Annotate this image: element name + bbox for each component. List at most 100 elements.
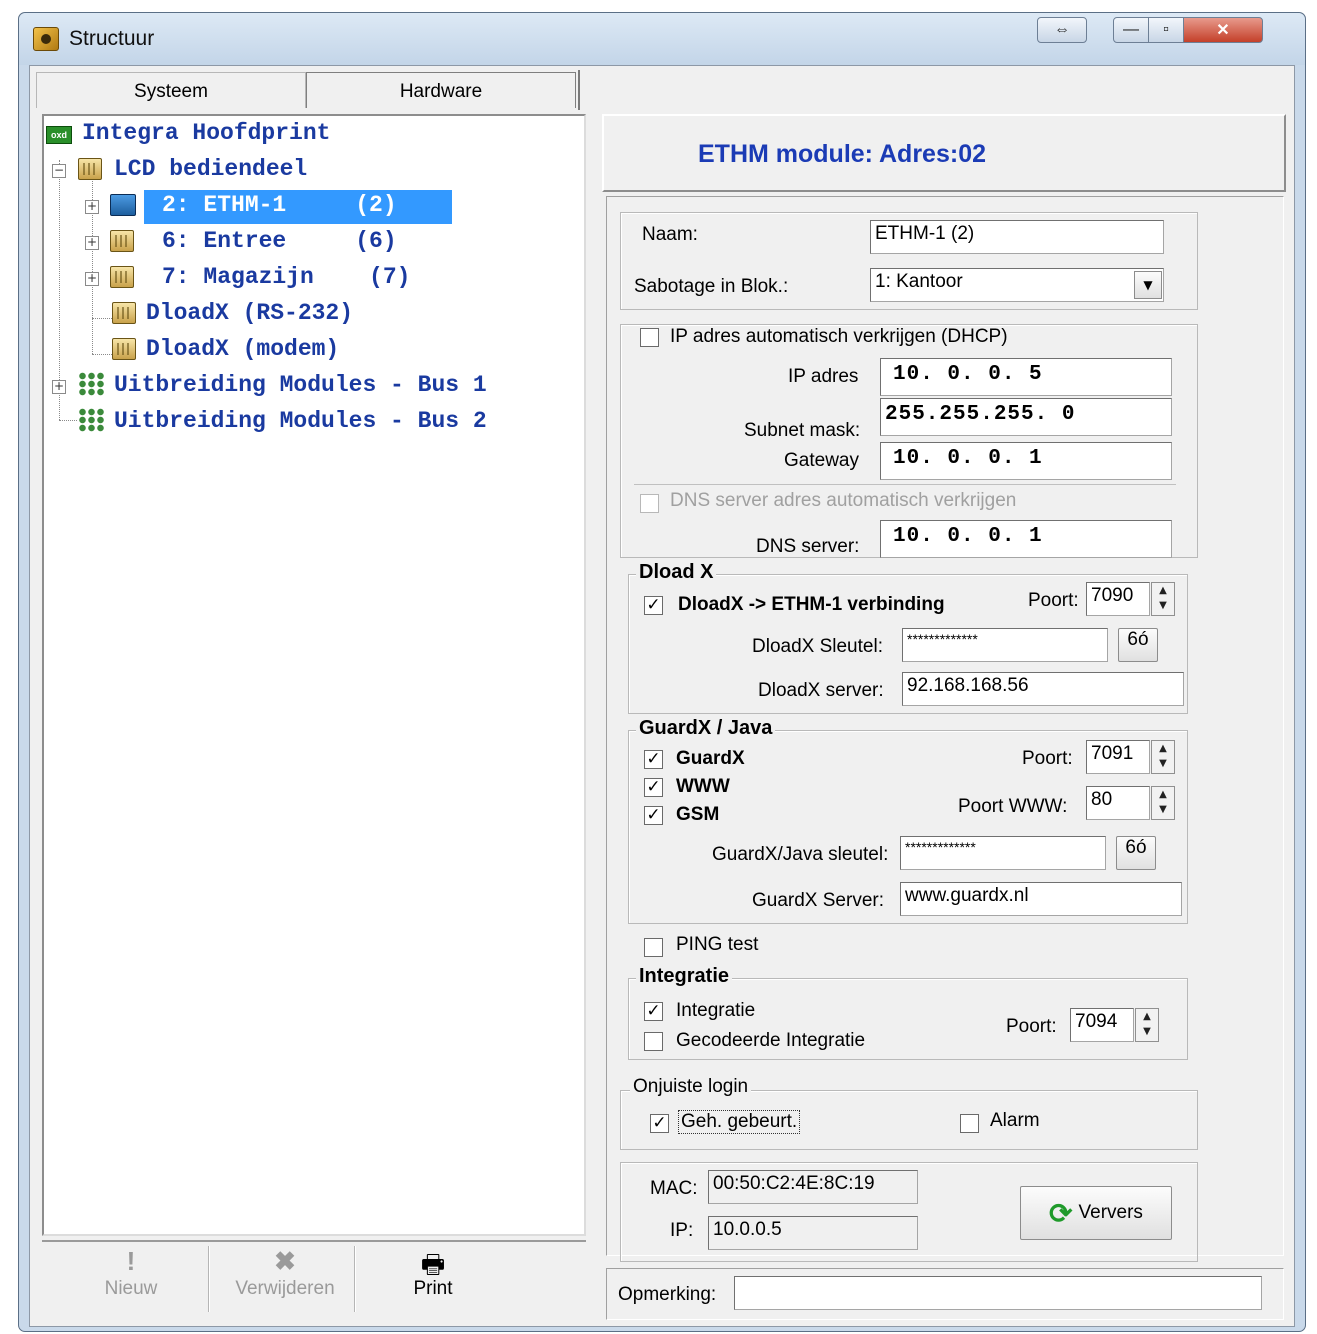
expand-icon[interactable]: + — [85, 236, 99, 250]
spin-down-icon[interactable]: ▼ — [1152, 756, 1174, 771]
guardx-label: GuardX — [676, 748, 745, 769]
subnet-label: Subnet mask: — [744, 420, 861, 441]
tree-item-bus1[interactable]: Uitbreiding Modules - Bus 1 — [114, 372, 487, 398]
tree-item-lcd[interactable]: LCD bediendeel — [114, 156, 307, 182]
tree-toolbar: ! Nieuw ✖ Verwijderen 🖶 Print — [42, 1240, 586, 1322]
dloadx-server-input[interactable]: 92.168.168.56 — [902, 672, 1184, 706]
expand-icon[interactable]: + — [52, 380, 66, 394]
encoded-integratie-label: Gecodeerde Integratie — [676, 1030, 866, 1051]
ip-status-value: 10.0.0.5 — [708, 1216, 918, 1250]
guardx-key-input[interactable]: ************* — [900, 836, 1106, 870]
print-button-label: Print — [413, 1278, 453, 1299]
dloadx-group-title: Dload X — [636, 561, 717, 584]
print-button[interactable]: 🖶 Print — [358, 1246, 508, 1318]
refresh-button[interactable]: ⟳ Ververs — [1020, 1186, 1172, 1240]
encoded-integratie-checkbox[interactable] — [644, 1032, 663, 1051]
bus-modules-icon — [78, 372, 104, 396]
guardx-port-input[interactable]: 7091 — [1086, 740, 1150, 774]
guardx-server-label: GuardX Server: — [752, 890, 884, 911]
naam-input[interactable]: ETHM-1 (2) — [870, 220, 1164, 254]
tree-item-entree[interactable]: 6: Entree (6) — [162, 228, 397, 254]
minimize-button[interactable]: — — [1113, 17, 1149, 43]
guardx-key-button[interactable]: 6ó — [1116, 836, 1156, 870]
swap-button[interactable]: ⇔ — [1037, 17, 1087, 43]
new-button[interactable]: ! Nieuw — [56, 1246, 206, 1318]
close-button[interactable]: ✕ — [1183, 17, 1263, 43]
module-title: ETHM module: Adres:02 — [698, 140, 987, 168]
dloadx-server-label: DloadX server: — [758, 680, 884, 701]
maximize-button[interactable]: ▫ — [1148, 17, 1184, 43]
dloadx-port-input[interactable]: 7090 — [1086, 582, 1150, 616]
toolbar-separator — [354, 1246, 356, 1312]
ping-test-checkbox[interactable] — [644, 938, 663, 957]
port-www-input[interactable]: 80 — [1086, 786, 1150, 820]
tree-item-magazijn[interactable]: 7: Magazijn (7) — [162, 264, 410, 290]
delete-button[interactable]: ✖ Verwijderen — [210, 1246, 360, 1318]
refresh-icon: ⟳ — [1049, 1197, 1073, 1229]
tree-item-dloadx-rs232[interactable]: DloadX (RS-232) — [146, 300, 353, 326]
tab-divider — [578, 70, 580, 110]
tab-hardware[interactable]: Hardware — [306, 72, 576, 108]
dloadx-key-input[interactable]: ************* — [902, 628, 1108, 662]
tab-systeem[interactable]: Systeem — [36, 72, 306, 108]
keypad-icon — [78, 158, 102, 180]
network-module-icon — [110, 194, 136, 216]
integratie-port-input[interactable]: 7094 — [1070, 1008, 1134, 1042]
dhcp-checkbox[interactable] — [640, 328, 659, 347]
mac-value: 00:50:C2:4E:8C:19 — [708, 1170, 918, 1204]
ip-label: IP adres — [788, 366, 859, 387]
tree-item-root[interactable]: Integra Hoofdprint — [82, 120, 330, 146]
module-header: ETHM module: Adres:02 — [602, 114, 1286, 192]
spin-down-icon[interactable]: ▼ — [1136, 1024, 1158, 1039]
guardx-group-title: GuardX / Java — [636, 717, 776, 740]
gsm-label: GSM — [676, 804, 720, 825]
chevron-down-icon[interactable]: ▼ — [1134, 271, 1162, 299]
login-group-title: Onjuiste login — [630, 1076, 752, 1098]
guardx-server-input[interactable]: www.guardx.nl — [900, 882, 1182, 916]
www-checkbox[interactable]: ✓ — [644, 778, 663, 797]
dns-input[interactable]: 10. 0. 0. 1 — [880, 520, 1172, 558]
expand-icon[interactable]: + — [85, 200, 99, 214]
delete-button-label: Verwijderen — [235, 1278, 335, 1299]
keypad-icon — [110, 230, 134, 252]
app-icon — [33, 27, 59, 51]
port-www-label: Poort WWW: — [958, 796, 1068, 817]
spin-up-icon[interactable]: ▲ — [1136, 1009, 1158, 1024]
integratie-port-stepper[interactable]: ▲ ▼ — [1135, 1008, 1159, 1042]
guardx-key-label: GuardX/Java sleutel: — [712, 844, 889, 865]
gsm-checkbox[interactable]: ✓ — [644, 806, 663, 825]
hardware-tree[interactable]: oxd Integra Hoofdprint − LCD bediendeel … — [42, 114, 586, 1236]
dhcp-label: IP adres automatisch verkrijgen (DHCP) — [670, 326, 1008, 347]
spin-down-icon[interactable]: ▼ — [1152, 802, 1174, 817]
refresh-button-label: Ververs — [1078, 1202, 1143, 1223]
spin-up-icon[interactable]: ▲ — [1152, 741, 1174, 756]
title-bar[interactable]: Structuur ⇔ — ▫ ✕ — [19, 13, 1305, 65]
collapse-icon[interactable]: − — [52, 164, 66, 178]
tree-item-ethm[interactable]: 2: ETHM-1 (2) — [162, 192, 397, 218]
keypad-icon — [112, 338, 136, 360]
dns-auto-checkbox[interactable] — [640, 494, 659, 513]
event-checkbox[interactable]: ✓ — [650, 1114, 669, 1133]
sabotage-select[interactable]: 1: Kantoor — [870, 268, 1164, 302]
port-www-stepper[interactable]: ▲ ▼ — [1151, 786, 1175, 820]
tree-item-bus2[interactable]: Uitbreiding Modules - Bus 2 — [114, 408, 487, 434]
spin-up-icon[interactable]: ▲ — [1152, 787, 1174, 802]
dloadx-connection-checkbox[interactable]: ✓ — [644, 596, 663, 615]
integratie-checkbox[interactable]: ✓ — [644, 1002, 663, 1021]
guardx-checkbox[interactable]: ✓ — [644, 750, 663, 769]
dloadx-key-button[interactable]: 6ó — [1118, 628, 1158, 662]
spin-down-icon[interactable]: ▼ — [1152, 598, 1174, 613]
dloadx-port-stepper[interactable]: ▲ ▼ — [1151, 582, 1175, 616]
remark-input[interactable] — [734, 1276, 1262, 1310]
alarm-checkbox[interactable] — [960, 1114, 979, 1133]
dloadx-port-label: Poort: — [1028, 590, 1079, 611]
subnet-input[interactable]: 255.255.255. 0 — [880, 398, 1172, 436]
tree-item-dloadx-modem[interactable]: DloadX (modem) — [146, 336, 339, 362]
guardx-port-stepper[interactable]: ▲ ▼ — [1151, 740, 1175, 774]
tree-line — [59, 420, 77, 421]
gateway-input[interactable]: 10. 0. 0. 1 — [880, 442, 1172, 480]
ip-input[interactable]: 10. 0. 0. 5 — [880, 358, 1172, 396]
expand-icon[interactable]: + — [85, 272, 99, 286]
spin-up-icon[interactable]: ▲ — [1152, 583, 1174, 598]
tree-line — [92, 354, 112, 355]
